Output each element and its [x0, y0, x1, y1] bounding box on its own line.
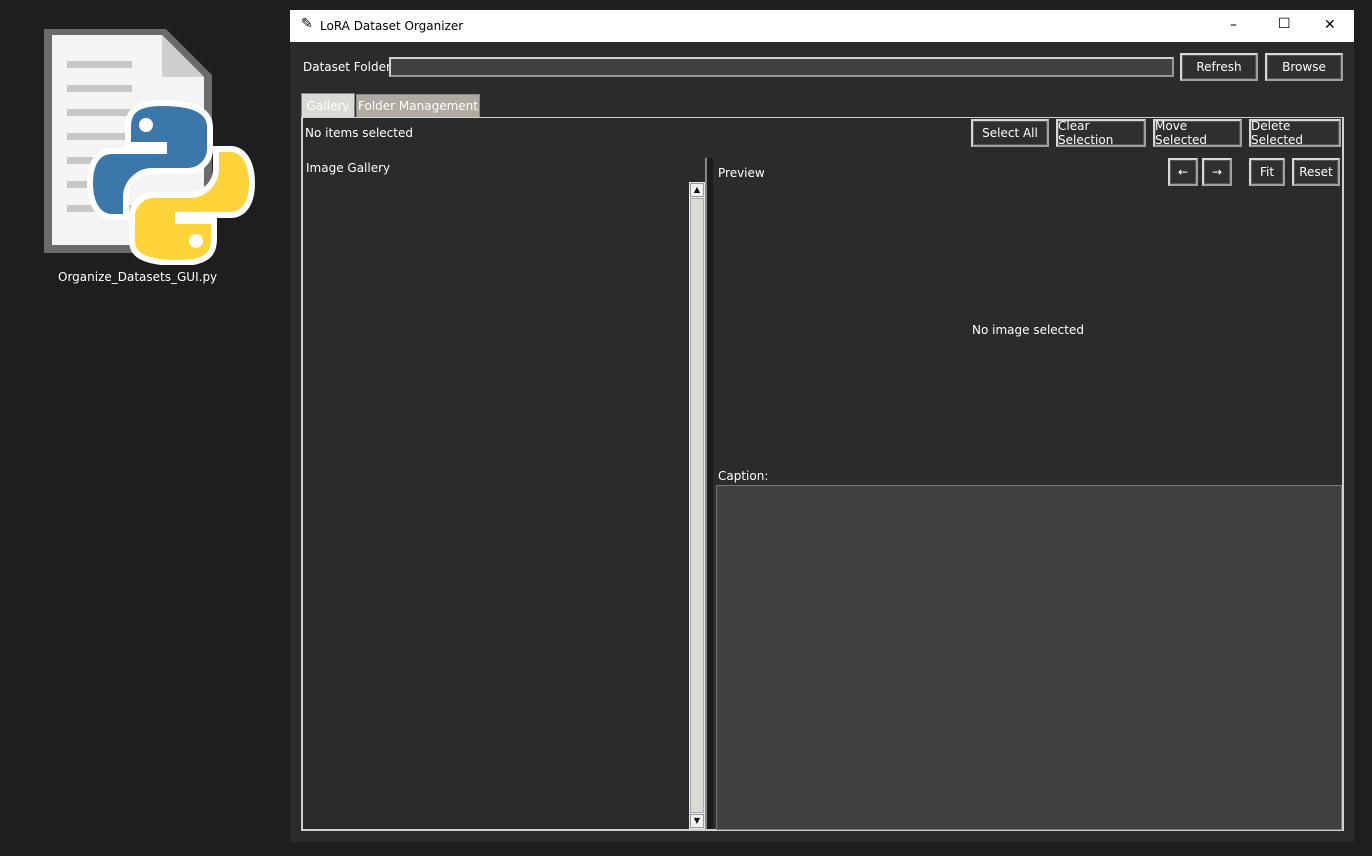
image-gallery-title: Image Gallery: [306, 161, 391, 175]
python-file-icon: [44, 29, 256, 265]
move-selected-button[interactable]: Move Selected: [1153, 119, 1242, 147]
caption-label: Caption:: [718, 469, 769, 483]
prev-image-button[interactable]: ←: [1168, 158, 1198, 186]
clear-selection-button[interactable]: Clear Selection: [1056, 119, 1146, 147]
scroll-down-arrow[interactable]: ▼: [690, 814, 704, 828]
desktop-file-label: Organize_Datasets_GUI.py: [58, 270, 218, 284]
app-window: ✎ LoRA Dataset Organizer – ☐ ✕ Dataset F…: [290, 10, 1354, 842]
preview-canvas[interactable]: No image selected: [714, 190, 1342, 470]
gallery-list[interactable]: [303, 182, 689, 829]
delete-selected-button[interactable]: Delete Selected: [1249, 119, 1341, 147]
pane-sash[interactable]: [705, 158, 713, 829]
refresh-button[interactable]: Refresh: [1180, 53, 1258, 81]
dataset-folder-label: Dataset Folder:: [303, 60, 395, 74]
maximize-button[interactable]: ☐: [1278, 16, 1291, 32]
desktop-file-icon[interactable]: Organize_Datasets_GUI.py: [40, 25, 260, 287]
next-image-button[interactable]: →: [1202, 158, 1232, 186]
dataset-folder-input[interactable]: [389, 57, 1174, 77]
no-image-text: No image selected: [972, 323, 1084, 337]
browse-button[interactable]: Browse: [1265, 53, 1343, 81]
fit-button[interactable]: Fit: [1249, 158, 1285, 186]
preview-title: Preview: [718, 166, 765, 180]
feather-icon: ✎: [301, 16, 313, 32]
scroll-up-arrow[interactable]: ▲: [690, 183, 704, 197]
window-title: LoRA Dataset Organizer: [320, 19, 464, 33]
close-button[interactable]: ✕: [1324, 17, 1336, 33]
tab-folder-management[interactable]: Folder Management: [356, 94, 480, 117]
select-all-button[interactable]: Select All: [971, 119, 1049, 147]
title-bar[interactable]: ✎ LoRA Dataset Organizer – ☐ ✕: [290, 10, 1354, 42]
caption-textarea[interactable]: [716, 485, 1342, 830]
reset-button[interactable]: Reset: [1292, 158, 1340, 186]
scroll-thumb[interactable]: [690, 198, 704, 813]
gallery-scrollbar[interactable]: ▲ ▼: [689, 182, 705, 829]
minimize-button[interactable]: –: [1230, 17, 1237, 33]
tab-gallery[interactable]: Gallery: [301, 93, 355, 118]
selection-status: No items selected: [305, 126, 413, 140]
